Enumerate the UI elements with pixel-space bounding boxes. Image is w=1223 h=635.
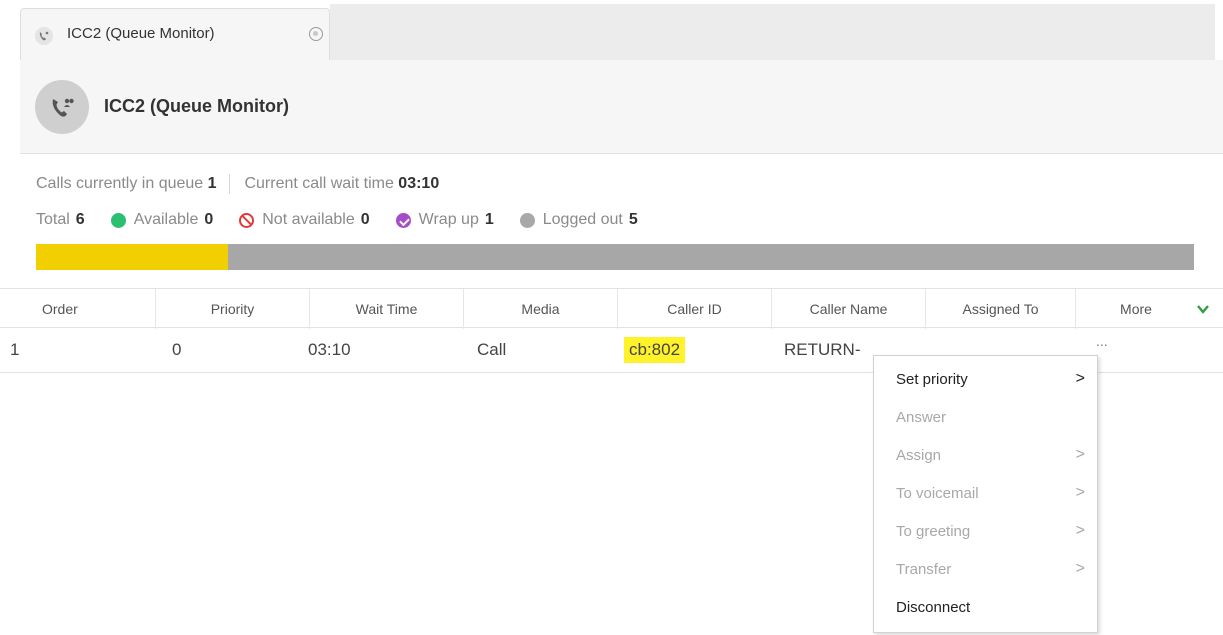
not-available-icon — [239, 212, 255, 228]
table-header: Order Priority Wait Time Media Caller ID… — [0, 288, 1223, 329]
column-header-caller-name[interactable]: Caller Name — [772, 289, 926, 329]
queue-phone-icon — [35, 80, 89, 134]
menu-item-label: Answer — [896, 408, 947, 426]
total-value: 6 — [75, 211, 85, 228]
menu-item-label: To greeting — [896, 522, 971, 540]
wait-time-value: 03:10 — [398, 175, 440, 193]
menu-item-label: Transfer — [896, 560, 952, 578]
menu-item-to-voicemail[interactable]: To voicemail > — [874, 474, 1097, 512]
menu-item-label: Set priority — [896, 370, 968, 388]
wrap-up-label: Wrap up — [418, 211, 479, 228]
cell-wait-time: 03:10 — [308, 340, 351, 359]
context-menu: Set priority > Answer Assign > To voicem… — [873, 355, 1098, 633]
column-header-media[interactable]: Media — [464, 289, 618, 329]
available-stat: Available 0 — [110, 211, 214, 229]
submenu-arrow-icon: > — [1075, 446, 1085, 463]
menu-item-disconnect[interactable]: Disconnect — [874, 588, 1097, 626]
wrap-up-value: 1 — [484, 211, 494, 228]
menu-item-label: Disconnect — [896, 598, 971, 616]
tab-bar: ICC2 (Queue Monitor) — [0, 0, 1223, 60]
submenu-arrow-icon: > — [1075, 370, 1085, 387]
available-label: Available — [133, 211, 199, 228]
wrap-up-icon — [395, 212, 411, 228]
menu-item-label: Assign — [896, 446, 942, 464]
calls-in-queue-label: Calls currently in queue — [36, 175, 204, 193]
tab-strip — [330, 4, 1215, 60]
column-header-more[interactable]: More — [1076, 289, 1196, 329]
logged-out-stat: Logged out 5 — [519, 211, 638, 229]
column-header-assigned-to[interactable]: Assigned To — [926, 289, 1076, 329]
menu-item-set-priority[interactable]: Set priority > — [874, 360, 1097, 398]
column-header-wait-time[interactable]: Wait Time — [310, 289, 464, 329]
menu-item-assign[interactable]: Assign > — [874, 436, 1097, 474]
submenu-arrow-icon: > — [1075, 484, 1085, 501]
column-header-caller-id[interactable]: Caller ID — [618, 289, 772, 329]
page-title: ICC2 (Queue Monitor) — [104, 96, 289, 116]
chevron-down-icon[interactable] — [1197, 303, 1209, 315]
tab-label: ICC2 (Queue Monitor) — [67, 25, 215, 42]
close-icon[interactable] — [309, 27, 323, 41]
agent-stats: Total 6 Available 0 Not available 0 Wrap… — [36, 211, 664, 229]
tab-queue-monitor[interactable]: ICC2 (Queue Monitor) — [20, 8, 330, 60]
menu-item-to-greeting[interactable]: To greeting > — [874, 512, 1097, 550]
logged-out-value: 5 — [628, 211, 638, 228]
menu-item-transfer[interactable]: Transfer > — [874, 550, 1097, 588]
cell-priority: 0 — [172, 340, 182, 359]
column-header-order[interactable]: Order — [0, 289, 156, 329]
column-header-priority[interactable]: Priority — [156, 289, 310, 329]
agent-status-bar — [36, 244, 1194, 270]
total-label: Total — [36, 211, 70, 228]
logged-out-label: Logged out — [542, 211, 623, 228]
row-more-button[interactable]: ... — [1096, 333, 1108, 349]
queue-stats: Calls currently in queue 1 Current call … — [36, 174, 439, 194]
agent-status-bar-fill — [36, 244, 229, 270]
queue-phone-icon — [35, 27, 53, 45]
cell-media: Call — [477, 340, 507, 359]
not-available-label: Not available — [262, 211, 355, 228]
cell-caller-id: cb:802 — [624, 337, 686, 363]
not-available-value: 0 — [360, 211, 370, 228]
available-status-icon — [110, 212, 126, 228]
calls-in-queue-value: 1 — [207, 175, 217, 193]
wait-time-label: Current call wait time — [244, 175, 394, 193]
not-available-stat: Not available 0 — [239, 211, 370, 229]
logged-out-icon — [519, 212, 535, 228]
divider — [229, 174, 231, 194]
available-value: 0 — [204, 211, 214, 228]
menu-item-label: To voicemail — [896, 484, 979, 502]
cell-caller-name: RETURN- — [784, 340, 861, 359]
menu-item-answer[interactable]: Answer — [874, 398, 1097, 436]
cell-order: 1 — [10, 340, 20, 359]
submenu-arrow-icon: > — [1075, 522, 1085, 539]
total-stat: Total 6 — [36, 211, 85, 229]
queue-header: ICC2 (Queue Monitor) — [20, 60, 1223, 154]
submenu-arrow-icon: > — [1075, 560, 1085, 577]
wrap-up-stat: Wrap up 1 — [395, 211, 494, 229]
